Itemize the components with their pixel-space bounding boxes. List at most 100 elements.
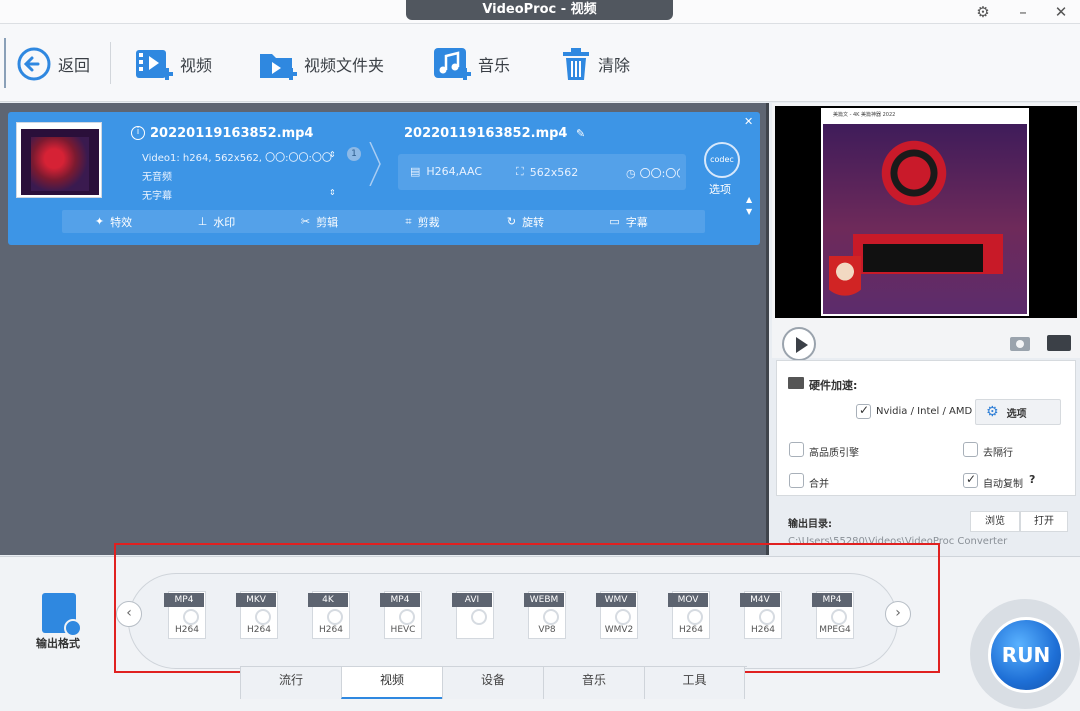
tab-device[interactable]: 设备 — [442, 667, 543, 699]
rotate-button[interactable]: ↻ 旋转 — [474, 210, 577, 233]
hq-engine-checkbox[interactable] — [789, 442, 804, 457]
output-codec-text: H264,AAC — [426, 165, 483, 178]
preview-image — [823, 124, 1027, 314]
track-count-badge: 1 — [347, 147, 361, 161]
deinterlace-checkbox[interactable] — [963, 442, 978, 457]
file-task-card[interactable]: i 20220119163852.mp4 Video1: h264, 562x5… — [8, 112, 760, 245]
source-filename: 20220119163852.mp4 — [150, 126, 314, 141]
format-panel: 输出格式 ‹ › MP4 H264 MKV H264 4K H264 MP4 HEVC AVI W… — [0, 543, 1080, 711]
subtitle-button[interactable]: ▭ 字幕 — [577, 210, 680, 233]
tab-tools[interactable]: 工具 — [644, 667, 745, 699]
rotate-label: 旋转 — [522, 215, 545, 229]
add-folder-label: 视频文件夹 — [304, 56, 385, 75]
title-bar: VideoProc - 视频 ⚙ – ✕ — [0, 0, 1080, 24]
crop-label: 剪裁 — [417, 215, 440, 229]
output-resolution: ⛶ 562x562 — [516, 165, 578, 179]
minimize-icon[interactable]: – — [1010, 2, 1036, 22]
resolution-icon: ⛶ — [516, 165, 524, 178]
scissors-icon: ✂ — [300, 215, 311, 228]
autocopy-label: 自动复制 — [983, 479, 1023, 490]
settings-gear-icon[interactable]: ⚙ — [970, 2, 996, 22]
effects-label: 特效 — [110, 215, 133, 229]
card-scroll-arrows-icon[interactable]: ▲ ▼ — [746, 194, 752, 218]
preview-fu-circle — [871, 134, 957, 212]
subtitle-track-select[interactable]: 无字幕 — [142, 187, 172, 202]
preview-dark-band — [863, 244, 983, 272]
output-dir-label: 输出目录: — [788, 519, 832, 530]
conversion-settings: 硬件加速: Nvidia / Intel / AMD ⚙ 选项 高品质引擎 去隔… — [776, 360, 1076, 496]
open-folder-icon[interactable] — [1047, 335, 1071, 351]
autocopy-help-icon[interactable]: ? — [1029, 473, 1035, 486]
preview-character — [829, 256, 861, 308]
hw-accel-label: 硬件加速: — [809, 379, 858, 392]
back-arrow-icon — [17, 47, 51, 81]
highlight-box — [114, 543, 940, 673]
cut-button[interactable]: ✂ 剪辑 — [268, 210, 371, 233]
clear-button[interactable]: 清除 — [560, 46, 630, 82]
preview-frame: 美篇文 - 4K 美篇神器 2022 — [821, 108, 1029, 316]
trash-icon — [563, 48, 589, 80]
crop-button[interactable]: ⌗ 剪裁 — [371, 210, 474, 233]
add-video-label: 视频 — [180, 56, 213, 75]
back-label: 返回 — [58, 56, 91, 75]
codec-options-label[interactable]: 选项 — [709, 181, 731, 197]
subtitle-label: 字幕 — [625, 215, 648, 229]
audio-track-select[interactable]: 无音频 — [142, 168, 172, 183]
tab-video[interactable]: 视频 — [341, 667, 442, 699]
clock-icon: ◷ — [626, 166, 636, 180]
snapshot-camera-icon[interactable] — [1010, 337, 1030, 351]
crop-icon: ⌗ — [405, 214, 412, 228]
back-button[interactable]: 返回 — [16, 46, 90, 82]
output-codec: ▤ H264,AAC — [410, 165, 482, 178]
gpu-checkbox[interactable] — [856, 403, 871, 419]
output-format-icon[interactable] — [42, 593, 82, 637]
preview-controls — [772, 321, 1080, 361]
hw-options-label: 选项 — [1006, 408, 1027, 420]
tab-popular[interactable]: 流行 — [240, 667, 341, 699]
open-button[interactable]: 打开 — [1020, 511, 1068, 532]
add-video-button[interactable]: 视频 — [134, 46, 212, 82]
music-icon — [434, 48, 471, 80]
codec-gear-icon[interactable]: codec — [704, 142, 740, 178]
format-category-tabs: 流行 视频 设备 音乐 工具 — [240, 666, 747, 699]
output-info-box: ▤ H264,AAC ⛶ 562x562 ◷ 〇〇:〇〇:〇〇 — [398, 154, 686, 190]
stamp-icon: ⊥ — [197, 215, 208, 228]
video-track-arrows-icon[interactable]: ⇕ — [329, 150, 336, 159]
add-folder-button[interactable]: 视频文件夹 — [258, 46, 384, 82]
thumbnail-frame — [21, 129, 99, 195]
add-music-label: 音乐 — [478, 56, 511, 75]
run-button-ring: RUN — [970, 599, 1080, 709]
output-format-label: 输出格式 — [36, 637, 80, 650]
preview-inner-title: 美篇文 - 4K 美篇神器 2022 — [821, 108, 1029, 122]
cut-label: 剪辑 — [316, 215, 339, 229]
video-track-select[interactable]: Video1: h264, 562x562, 〇〇:〇〇:〇〇 — [142, 149, 332, 164]
watermark-label: 水印 — [213, 215, 236, 229]
subtitle-arrows-icon[interactable]: ⇕ — [329, 188, 336, 197]
remove-task-close-icon[interactable]: ✕ — [744, 115, 753, 128]
preview-screen[interactable]: 美篇文 - 4K 美篇神器 2022 — [775, 106, 1077, 318]
gear-icon: ⚙ — [986, 404, 999, 420]
info-icon[interactable]: i — [131, 126, 145, 140]
hq-engine-label: 高品质引擎 — [809, 448, 859, 459]
hw-options-button[interactable]: ⚙ 选项 — [975, 399, 1061, 425]
add-music-button[interactable]: 音乐 — [432, 46, 510, 82]
task-list-area: i 20220119163852.mp4 Video1: h264, 562x5… — [0, 103, 769, 555]
effects-button[interactable]: ✦ 特效 — [62, 210, 165, 233]
watermark-button[interactable]: ⊥ 水印 — [165, 210, 268, 233]
thumbnail-image — [31, 137, 89, 191]
autocopy-checkbox[interactable] — [963, 472, 978, 488]
output-duration: ◷ 〇〇:〇〇:〇〇 — [626, 165, 680, 181]
close-icon[interactable]: ✕ — [1048, 2, 1074, 22]
play-button[interactable] — [782, 327, 816, 361]
run-button[interactable]: RUN — [988, 617, 1064, 693]
chevron-right-icon — [369, 142, 381, 186]
video-thumbnail[interactable] — [16, 122, 102, 198]
merge-checkbox[interactable] — [789, 473, 804, 488]
browse-button[interactable]: 浏览 — [970, 511, 1020, 532]
output-filename[interactable]: 20220119163852.mp4 ✎ — [404, 126, 585, 141]
edit-pencil-icon[interactable]: ✎ — [576, 127, 585, 140]
toolbar-left-edge — [4, 38, 6, 88]
output-filename-text: 20220119163852.mp4 — [404, 126, 568, 141]
merge-label: 合并 — [809, 479, 829, 490]
tab-music[interactable]: 音乐 — [543, 667, 644, 699]
